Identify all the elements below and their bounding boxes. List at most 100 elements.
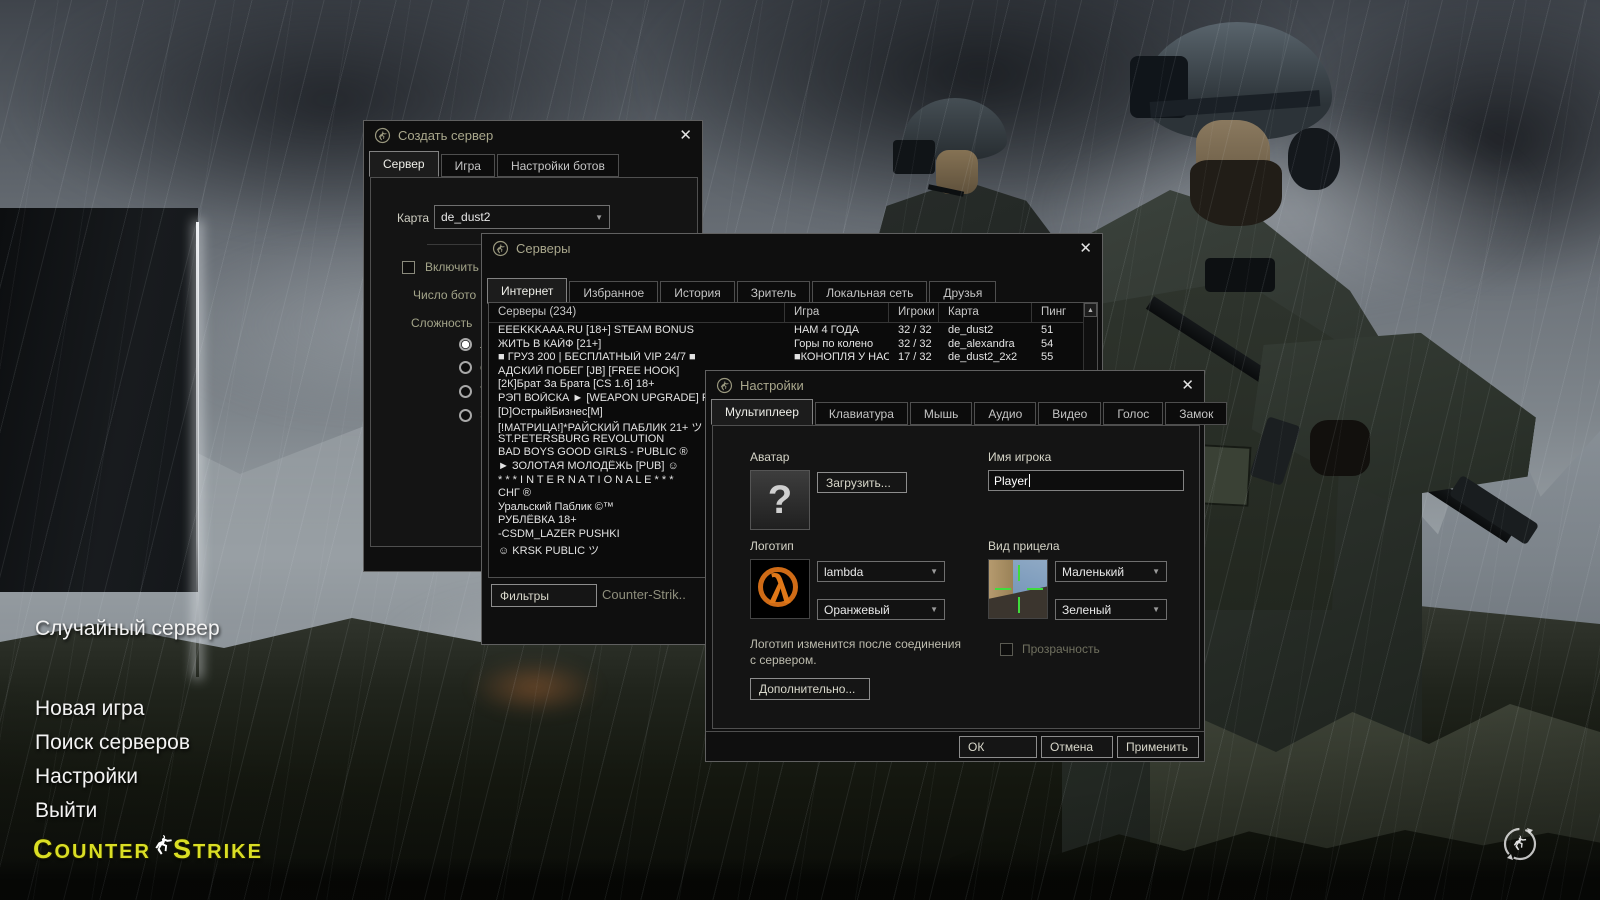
logo-color-value: Оранжевый: [824, 603, 890, 617]
dialog-buttons: ОК Отмена Применить: [706, 731, 1204, 763]
enable-bots-row[interactable]: Включить б: [392, 260, 489, 274]
menu-item-3[interactable]: Поиск серверов: [35, 726, 220, 760]
column-header-map[interactable]: Карта: [939, 303, 1032, 322]
window-title: Создать сервер: [398, 128, 493, 143]
column-header-players[interactable]: Игроки: [889, 303, 939, 322]
crosshair-size-dropdown[interactable]: Маленький ▼: [1055, 561, 1167, 582]
settings-tab-7[interactable]: Замок: [1165, 402, 1227, 425]
settings-tab-5[interactable]: Видео: [1038, 402, 1101, 425]
create-tab-3[interactable]: Настройки ботов: [497, 154, 619, 177]
apply-button[interactable]: Применить: [1117, 736, 1199, 758]
servers-tab-6[interactable]: Друзья: [929, 281, 996, 304]
create-tab-1[interactable]: Сервер: [369, 151, 439, 177]
soldier-small-helmet: [903, 98, 1007, 160]
cs-window-icon: [374, 127, 391, 144]
servers-tabs: ИнтернетИзбранноеИсторияЗрительЛокальная…: [487, 278, 998, 304]
settings-tab-1[interactable]: Мультиплеер: [711, 399, 813, 425]
cell-ping: 54: [1032, 338, 1083, 352]
radio-button[interactable]: [459, 409, 472, 422]
radio-button[interactable]: [459, 338, 472, 351]
menu-item-4[interactable]: Настройки: [35, 760, 220, 794]
radio-button[interactable]: [459, 385, 472, 398]
logo-counter-text: COUNTER: [33, 837, 151, 864]
lambda-icon: λ: [751, 562, 809, 618]
create-server-titlebar: Создать сервер ✕: [364, 121, 702, 149]
difficulty-label: Сложность: [411, 316, 472, 330]
cell-players: 32 / 32: [889, 324, 939, 338]
menu-item-2[interactable]: Новая игра: [35, 692, 220, 726]
scroll-up-icon[interactable]: ▲: [1084, 303, 1097, 317]
chevron-down-icon: ▼: [1152, 567, 1160, 576]
crosshair-line: [1027, 588, 1043, 590]
main-menu: Случайный сервер Новая играПоиск серверов…: [35, 612, 220, 828]
soldier-large-arm: [1245, 311, 1546, 518]
logo-color-dropdown[interactable]: Оранжевый ▼: [817, 599, 945, 620]
logo-note-line2: с сервером.: [750, 652, 990, 668]
crosshair-line: [1018, 597, 1020, 613]
server-list-header: Серверы (234) Игра Игроки Карта Пинг: [489, 303, 1083, 323]
crosshair-color-value: Зеленый: [1062, 603, 1111, 617]
chevron-down-icon: ▼: [930, 605, 938, 614]
column-header-ping[interactable]: Пинг: [1032, 303, 1083, 322]
player-name-input[interactable]: Player: [988, 470, 1184, 491]
cell-game: НАМ 4 ГОДА: [785, 324, 889, 338]
cell-game: ■КОНОПЛЯ У НАС ■: [785, 351, 889, 365]
servers-tab-1[interactable]: Интернет: [487, 278, 567, 304]
settings-tab-2[interactable]: Клавиатура: [815, 402, 908, 425]
settings-tab-3[interactable]: Мышь: [910, 402, 973, 425]
close-icon[interactable]: ✕: [1079, 241, 1092, 256]
map-dropdown[interactable]: de_dust2 ▼: [434, 205, 610, 229]
ok-button[interactable]: ОК: [959, 736, 1037, 758]
servers-tab-2[interactable]: Избранное: [569, 281, 658, 304]
servers-titlebar: Серверы ✕: [482, 234, 1102, 262]
upload-avatar-button[interactable]: Загрузить...: [817, 472, 907, 493]
spray-logo-preview: λ: [750, 559, 810, 619]
avatar[interactable]: ?: [750, 470, 810, 530]
cs-emblem-icon[interactable]: [1500, 824, 1540, 869]
cancel-button[interactable]: Отмена: [1041, 736, 1113, 758]
settings-tab-4[interactable]: Аудио: [974, 402, 1036, 425]
transparency-row[interactable]: Прозрачность: [991, 642, 1100, 656]
server-row-2[interactable]: ЖИТЬ В КАЙФ [21+]Горы по колено32 / 32de…: [489, 338, 1083, 352]
logo-type-dropdown[interactable]: lambda ▼: [817, 561, 945, 582]
window-title: Настройки: [740, 378, 804, 393]
settings-tabs: МультиплеерКлавиатураМышьАудиоВидеоГолос…: [711, 399, 1229, 425]
soldier-large-face: [1196, 120, 1270, 186]
mountain-silhouette: [1330, 290, 1600, 760]
server-row-3[interactable]: ■ ГРУЗ 200 | БЕСПЛАТНЫЙ VIP 24/7 ■■КОНОП…: [489, 351, 1083, 365]
crosshair-color-dropdown[interactable]: Зеленый ▼: [1055, 599, 1167, 620]
menu-item-1[interactable]: Случайный сервер: [35, 612, 220, 646]
logo-label: Логотип: [750, 539, 794, 553]
foreground-rocks: [1150, 700, 1600, 900]
close-icon[interactable]: ✕: [679, 128, 692, 143]
column-header-game[interactable]: Игра: [785, 303, 889, 322]
servers-tab-3[interactable]: История: [660, 281, 735, 304]
server-row-1[interactable]: EEEKKKAAA.RU [18+] STEAM BONUSНАМ 4 ГОДА…: [489, 324, 1083, 338]
close-icon[interactable]: ✕: [1181, 378, 1194, 393]
radio-button[interactable]: [459, 361, 472, 374]
crosshair-line: [1018, 565, 1020, 581]
monolith-structure: [0, 208, 198, 592]
chevron-down-icon: ▼: [1152, 605, 1160, 614]
map-dropdown-value: de_dust2: [441, 210, 490, 224]
cell-map: de_dust2: [939, 324, 1032, 338]
text-caret: [1029, 474, 1030, 487]
servers-tab-4[interactable]: Зритель: [737, 281, 811, 304]
transparency-label: Прозрачность: [1022, 642, 1100, 656]
create-tab-2[interactable]: Игра: [441, 154, 495, 177]
servers-tab-5[interactable]: Локальная сеть: [812, 281, 927, 304]
menu-item-5[interactable]: Выйти: [35, 794, 220, 828]
cs-soldier-icon: [152, 834, 174, 864]
advanced-button[interactable]: Дополнительно...: [750, 678, 870, 700]
transparency-checkbox[interactable]: [1000, 643, 1013, 656]
headset-earcup: [1288, 128, 1340, 190]
filters-button[interactable]: Фильтры: [491, 584, 597, 607]
status-text: Counter-Strik..: [602, 587, 686, 602]
window-title: Серверы: [516, 241, 570, 256]
rifle-magazine: [1249, 416, 1300, 485]
enable-bots-checkbox[interactable]: [402, 261, 415, 274]
column-header-servers[interactable]: Серверы (234): [489, 303, 785, 322]
avatar-placeholder-glyph: ?: [768, 478, 792, 523]
create-server-tabs: СерверИграНастройки ботов: [369, 151, 621, 177]
settings-tab-6[interactable]: Голос: [1103, 402, 1163, 425]
